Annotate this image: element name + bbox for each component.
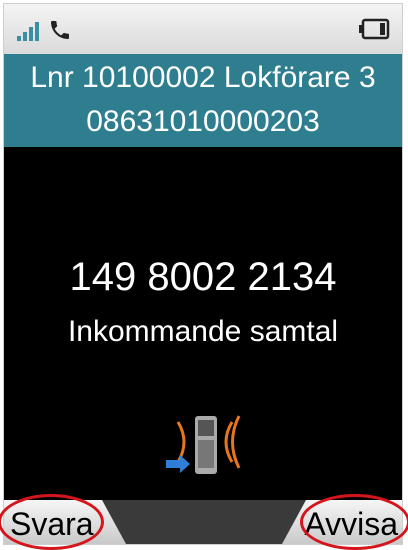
battery-icon: [359, 18, 390, 40]
caller-name: Lnr 10100002 Lokförare 3: [30, 61, 376, 94]
phone-screen: Lnr 10100002 Lokförare 3 08631010000203 …: [3, 3, 403, 545]
caller-header: Lnr 10100002 Lokförare 3 08631010000203: [4, 54, 402, 147]
softkey-center-tab: [102, 500, 306, 544]
signal-strength-icon: [17, 22, 39, 41]
caller-number: 149 8002 2134: [69, 255, 337, 299]
caller-id: 08631010000203: [86, 105, 320, 138]
answer-highlight-circle: [0, 494, 104, 550]
reject-highlight-circle: [300, 494, 408, 550]
phone-handset-icon: [51, 21, 69, 39]
status-bar: [4, 4, 402, 54]
call-status: Inkommande samtal: [67, 315, 339, 348]
incoming-call-ringing-phone-icon: [166, 415, 241, 474]
